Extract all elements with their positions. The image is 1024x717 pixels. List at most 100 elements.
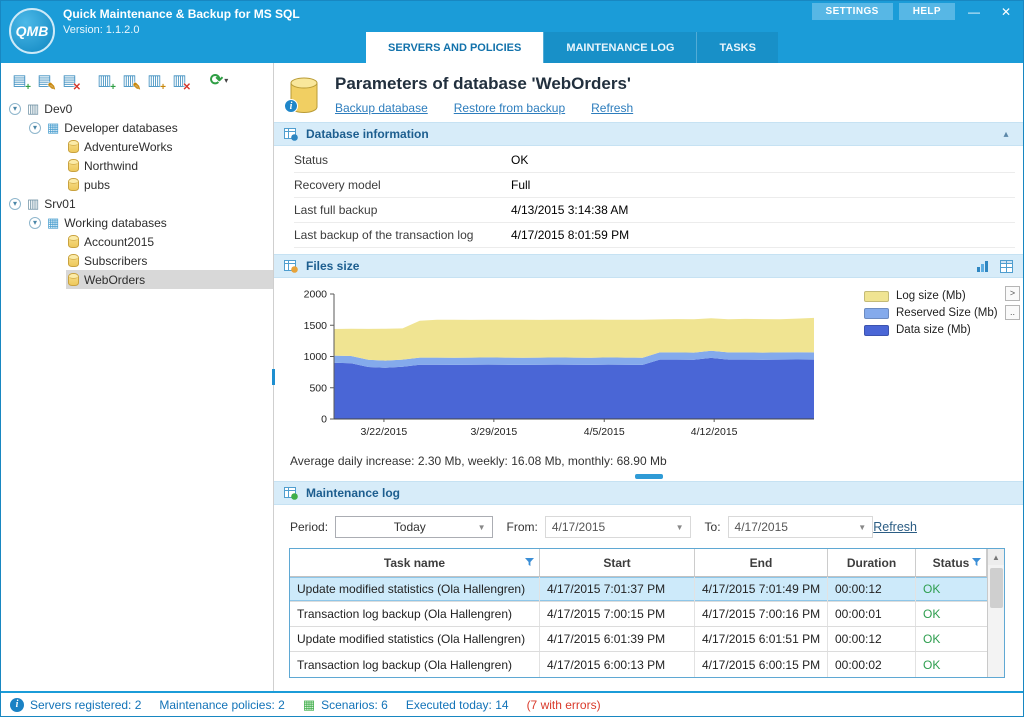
chart-area-data-size-mb <box>334 357 814 419</box>
maintenance-log-grid: Task name Start End Duration Status Update mo… <box>290 549 987 677</box>
add-database-button[interactable]: ▥ + <box>142 68 167 93</box>
server-tree: ▾ ▥ Dev0 ▾ ▦ Developer databases AdventureWork… <box>1 95 273 691</box>
badge-icon: + <box>25 81 31 93</box>
tree-item-dev0[interactable]: ▾ ▥ Dev0 <box>1 99 273 118</box>
minimize-button[interactable]: — <box>961 3 987 21</box>
database-icon <box>68 254 79 267</box>
close-button[interactable]: ✕ <box>993 3 1019 21</box>
delete-server-button[interactable]: ▤ ✕ <box>57 68 82 93</box>
files-size-chart: 0 500 1000 1500 2000 3/22/2015 3/29/2015 4/5/20… <box>304 289 814 438</box>
start-cell: 4/17/2015 7:01:37 PM <box>540 577 695 601</box>
legend-label: Data size (Mb) <box>896 324 971 336</box>
task-name-cell: Transaction log backup (Ola Hallengren) <box>290 602 540 626</box>
chart-view-button[interactable] <box>973 257 991 275</box>
table-files-icon <box>284 260 298 273</box>
tree-item-developer-databases[interactable]: ▾ ▦ Developer databases <box>1 118 273 137</box>
column-header-status[interactable]: Status <box>916 549 987 576</box>
table-row[interactable]: Update modified statistics (Ola Hallengr… <box>290 627 987 652</box>
table-row[interactable]: Update modified statistics (Ola Hallengr… <box>290 577 987 602</box>
table-view-button[interactable] <box>997 257 1015 275</box>
tree-item-srv01[interactable]: ▾ ▥ Srv01 <box>1 194 273 213</box>
legend-swatch <box>864 307 889 319</box>
database-icon <box>68 273 79 286</box>
start-cell: 4/17/2015 7:00:15 PM <box>540 602 695 626</box>
tree-item-working-databases[interactable]: ▾ ▦ Working databases <box>1 213 273 232</box>
restore-from-backup-link[interactable]: Restore from backup <box>454 101 565 115</box>
chart-tick-label: 3/29/2015 <box>470 426 517 438</box>
chart-more-button[interactable]: .. <box>1005 305 1020 320</box>
maintenance-log-table: Task name Start End Duration Status Update mo… <box>289 548 1005 678</box>
tree-item-body[interactable]: ▦ Developer databases <box>45 118 273 137</box>
to-date-input[interactable]: 4/17/2015 ▼ <box>727 516 874 538</box>
tree-item-body[interactable]: pubs <box>66 175 273 194</box>
info-value: Full <box>511 178 531 192</box>
tree-expander-icon[interactable]: ▾ <box>29 121 41 134</box>
edit-server-button[interactable]: ▤ ✎ <box>32 68 57 93</box>
tree-item-northwind[interactable]: Northwind <box>1 156 273 175</box>
column-header-start[interactable]: Start <box>540 549 695 576</box>
scrollbar-thumb[interactable] <box>989 568 1003 608</box>
backup-database-link[interactable]: Backup database <box>335 101 428 115</box>
refresh-link-top[interactable]: Refresh <box>591 101 633 115</box>
app-logo: QMB <box>9 8 55 54</box>
section-title-files-size: Files size <box>306 259 360 273</box>
tree-item-body[interactable]: Subscribers <box>66 251 273 270</box>
column-header-end[interactable]: End <box>695 549 828 576</box>
column-header-duration[interactable]: Duration <box>828 549 916 576</box>
horizontal-scrollbar-thumb[interactable] <box>634 474 663 479</box>
legend-swatch <box>864 290 889 302</box>
tree-item-label: Srv01 <box>44 196 76 211</box>
edit-database-group-button[interactable]: ▥ ✎ <box>117 68 142 93</box>
help-button[interactable]: HELP <box>898 3 955 20</box>
scroll-up-button[interactable]: ▲ <box>988 549 1004 565</box>
delete-database-button[interactable]: ▥ ✕ <box>167 68 192 93</box>
tree-item-body[interactable]: ▥ Srv01 <box>25 194 273 213</box>
section-title-database-information: Database information <box>306 127 429 141</box>
tree-item-body[interactable]: WebOrders <box>66 270 273 289</box>
horizontal-scrollbar[interactable] <box>274 472 1023 481</box>
period-select[interactable]: Today ▼ <box>335 516 493 538</box>
tree-item-account2015[interactable]: Account2015 <box>1 232 273 251</box>
log-refresh-link[interactable]: Refresh <box>873 520 917 534</box>
tab-maintenance-log[interactable]: MAINTENANCE LOG <box>543 32 697 63</box>
info-value: 4/17/2015 8:01:59 PM <box>511 228 630 242</box>
add-server-button[interactable]: ▤ + <box>7 68 32 93</box>
splitter-handle[interactable] <box>272 369 275 385</box>
tree-item-body[interactable]: Account2015 <box>66 232 273 251</box>
duration-cell: 00:00:12 <box>828 577 916 601</box>
from-date-input[interactable]: 4/17/2015 ▼ <box>544 516 691 538</box>
table-vertical-scrollbar[interactable]: ▲ <box>987 549 1004 677</box>
tree-item-label: AdventureWorks <box>84 139 173 154</box>
tree-item-label: Account2015 <box>84 234 155 249</box>
table-row[interactable]: Transaction log backup (Ola Hallengren) 4… <box>290 602 987 627</box>
tree-item-pubs[interactable]: pubs <box>1 175 273 194</box>
refresh-button[interactable]: ⟳ ▾ <box>202 68 236 93</box>
chart-next-button[interactable]: > <box>1005 286 1020 301</box>
end-cell: 4/17/2015 6:00:15 PM <box>695 652 828 677</box>
tree-item-body[interactable]: ▦ Working databases <box>45 213 273 232</box>
duration-cell: 00:00:02 <box>828 652 916 677</box>
filter-funnel-icon[interactable] <box>525 558 534 567</box>
column-header-task-name[interactable]: Task name <box>290 549 540 576</box>
tree-expander-icon[interactable]: ▾ <box>9 197 21 210</box>
tab-tasks[interactable]: TASKS <box>696 32 778 63</box>
tree-item-weborders[interactable]: WebOrders <box>1 270 273 289</box>
column-header-label: End <box>749 555 773 570</box>
tree-expander-icon[interactable]: ▾ <box>29 216 41 229</box>
tab-servers-and-policies[interactable]: SERVERS AND POLICIES <box>366 32 544 63</box>
tree-item-body[interactable]: ▥ Dev0 <box>25 99 273 118</box>
tree-item-label: Working databases <box>64 215 167 230</box>
add-database-group-button[interactable]: ▥ + <box>92 68 117 93</box>
tree-item-subscribers[interactable]: Subscribers <box>1 251 273 270</box>
filter-funnel-icon[interactable] <box>972 558 981 567</box>
tree-item-adventureworks[interactable]: AdventureWorks <box>1 137 273 156</box>
collapse-section-button[interactable]: ▴ <box>997 129 1015 140</box>
table-row[interactable]: Transaction log backup (Ola Hallengren) 4… <box>290 652 987 677</box>
legend-swatch <box>864 324 889 336</box>
tree-expander-icon[interactable]: ▾ <box>9 102 21 115</box>
tree-item-body[interactable]: AdventureWorks <box>66 137 273 156</box>
settings-button[interactable]: SETTINGS <box>811 3 893 20</box>
info-value: OK <box>511 153 529 167</box>
page-header-text: Parameters of database 'WebOrders' Backu… <box>335 74 633 115</box>
tree-item-body[interactable]: Northwind <box>66 156 273 175</box>
